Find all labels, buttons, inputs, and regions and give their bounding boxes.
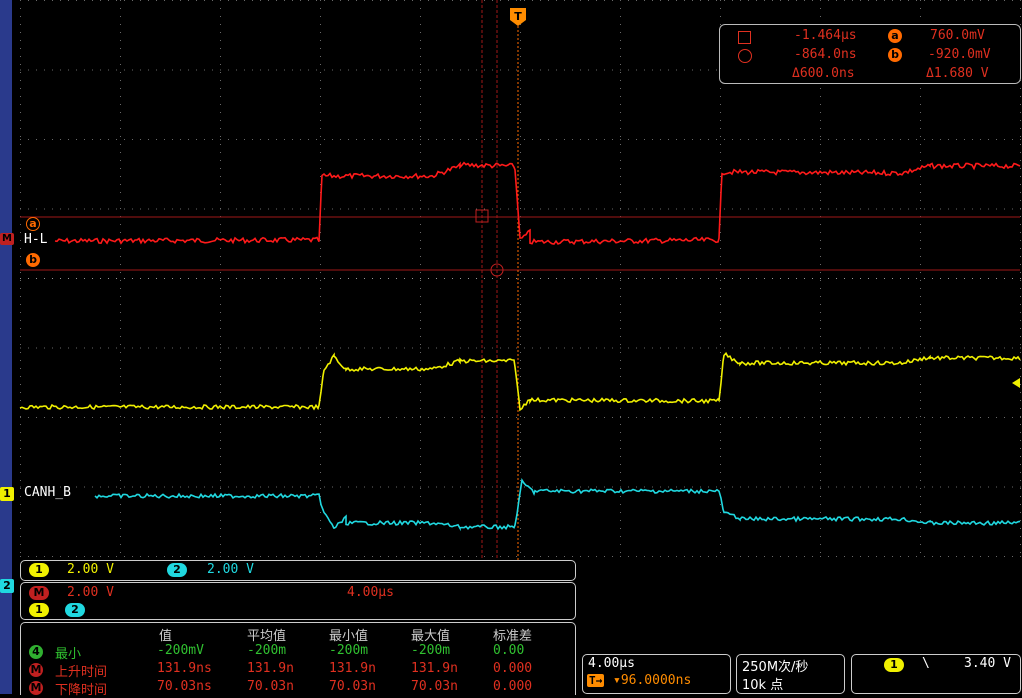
cursor-b-chip: b <box>888 48 902 62</box>
math-source-1-chip: 1 <box>29 603 49 617</box>
math-chip: M <box>29 586 49 600</box>
meas-row-2-min: 131.9n <box>329 661 376 676</box>
meas-row-3-value: 70.03ns <box>157 679 212 694</box>
cursor-readout-panel: -1.464μs a 760.0mV -864.0ns b -920.0mV Δ… <box>719 24 1021 84</box>
meas-row-3-stddev: 0.000 <box>493 679 533 694</box>
trigger-level: 3.40 V <box>964 656 1011 671</box>
meas-header-max: 最大值 <box>411 629 451 644</box>
meas-row-1-name: 最小 <box>55 647 82 662</box>
meas-row-1-value: -200mV <box>157 643 204 658</box>
trigger-panel[interactable]: 1 \ 3.40 V <box>851 654 1021 694</box>
cursor-b-label: b <box>26 253 40 267</box>
cursor-2-circle-icon <box>738 49 752 63</box>
meas-row-1-stddev: 0.00 <box>493 643 525 658</box>
meas-header-stddev: 标准差 <box>493 629 533 644</box>
waveform-display: T <box>19 0 1021 560</box>
cursor-a-marker[interactable]: M <box>0 233 14 245</box>
cursor-1-time: -1.464μs <box>794 28 857 43</box>
channel-2-trace <box>94 478 1021 532</box>
math-time-scale: 4.00μs <box>347 585 394 600</box>
sample-rate: 250M次/秒 <box>742 660 809 675</box>
channel-1-scale: 2.00 V <box>67 562 114 577</box>
trigger-source-chip: 1 <box>884 658 904 672</box>
meas-header-min: 最小值 <box>329 629 369 644</box>
meas-row-3-name: 下降时间 <box>55 683 108 698</box>
channel-2-chip: 2 <box>167 563 187 577</box>
acquisition-panel[interactable]: 250M次/秒 10k 点 <box>736 654 845 694</box>
math-panel[interactable]: M 2.00 V 4.00μs 1 2 <box>20 582 576 620</box>
meas-row-2-chip: M <box>29 663 43 677</box>
cursor-a-value: 760.0mV <box>930 28 985 43</box>
meas-row-3-chip: M <box>29 681 43 695</box>
measurement-panel[interactable]: 值 平均值 最小值 最大值 标准差 4 最小 -200mV -200m -200… <box>20 622 576 698</box>
trigger-marker-label: T <box>514 10 522 23</box>
meas-header-mean: 平均值 <box>247 629 287 644</box>
cursor-1-square-icon <box>738 31 751 44</box>
cursor-a-chip: a <box>888 29 902 43</box>
meas-row-2-mean: 131.9n <box>247 661 294 676</box>
meas-row-2-max: 131.9n <box>411 661 458 676</box>
cursor-delta-time: Δ600.0ns <box>792 66 855 81</box>
trigger-position-icon: T→ <box>587 674 605 687</box>
timebase-panel[interactable]: 4.00μs T→ ▾96.0000ns <box>582 654 731 694</box>
trigger-level-arrow-icon[interactable] <box>1012 378 1020 388</box>
trigger-position-value: ▾96.0000ns <box>613 673 692 688</box>
cursor-b-value: -920.0mV <box>928 47 991 62</box>
channel-scale-panel[interactable]: 1 2.00 V 2 2.00 V <box>20 560 576 581</box>
channel-1-marker[interactable]: 1 <box>0 487 14 501</box>
math-scale: 2.00 V <box>67 585 114 600</box>
channel-1-trace-label: CANH_B <box>24 485 71 500</box>
meas-row-2-value: 131.9ns <box>157 661 212 676</box>
meas-row-1-mean: -200m <box>247 643 287 658</box>
cursor-a-label: a <box>26 217 40 231</box>
channel-2-scale: 2.00 V <box>207 562 254 577</box>
meas-row-2-stddev: 0.000 <box>493 661 533 676</box>
meas-row-2-name: 上升时间 <box>55 665 108 680</box>
channel-2-marker[interactable]: 2 <box>0 579 14 593</box>
record-length: 10k 点 <box>742 678 784 693</box>
meas-row-3-max: 70.03n <box>411 679 458 694</box>
meas-row-3-min: 70.03n <box>329 679 376 694</box>
meas-header-value: 值 <box>159 629 173 644</box>
math-trace-label: H-L <box>24 232 48 247</box>
meas-row-1-min: -200m <box>329 643 369 658</box>
cursor-2-time: -864.0ns <box>794 47 857 62</box>
math-source-2-chip: 2 <box>65 603 85 617</box>
math-trace <box>54 161 1021 246</box>
channel-1-trace <box>19 351 1021 412</box>
trigger-slope-icon: \ <box>922 656 930 671</box>
cursor-delta-voltage: Δ1.680 V <box>926 66 989 81</box>
meas-row-1-chip: 4 <box>29 645 43 659</box>
timebase-scale: 4.00μs <box>588 656 635 671</box>
channel-1-chip: 1 <box>29 563 49 577</box>
meas-row-3-mean: 70.03n <box>247 679 294 694</box>
meas-row-1-max: -200m <box>411 643 451 658</box>
